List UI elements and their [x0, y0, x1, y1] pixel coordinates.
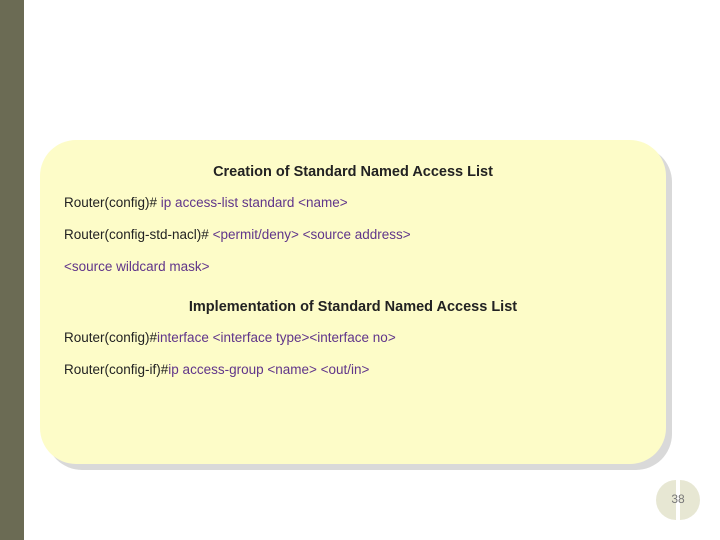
prompt-text: Router(config-if)#: [64, 362, 168, 377]
command-line-2: Router(config-std-nacl)# <permit/deny> <…: [64, 226, 642, 244]
card-subtitle: Implementation of Standard Named Access …: [64, 299, 642, 315]
command-line-3: <source wildcard mask>: [64, 258, 642, 276]
prompt-text: Router(config)#: [64, 195, 157, 210]
card-title: Creation of Standard Named Access List: [64, 164, 642, 180]
command-text: <permit/deny> <source address>: [209, 227, 411, 242]
side-stripe: [0, 0, 24, 540]
command-text: ip access-list standard <name>: [157, 195, 348, 210]
content-card: Creation of Standard Named Access List R…: [40, 140, 666, 464]
command-line-5: Router(config-if)#ip access-group <name>…: [64, 361, 642, 379]
prompt-text: Router(config)#: [64, 330, 157, 345]
page-number-badge: 38: [656, 478, 700, 522]
command-text: interface <interface type><interface no>: [157, 330, 396, 345]
command-text: ip access-group <name> <out/in>: [168, 362, 369, 377]
prompt-text: Router(config-std-nacl)#: [64, 227, 209, 242]
command-text: <source wildcard mask>: [64, 259, 210, 274]
command-line-1: Router(config)# ip access-list standard …: [64, 194, 642, 212]
command-line-4: Router(config)#interface <interface type…: [64, 329, 642, 347]
page-number: 38: [656, 492, 700, 506]
